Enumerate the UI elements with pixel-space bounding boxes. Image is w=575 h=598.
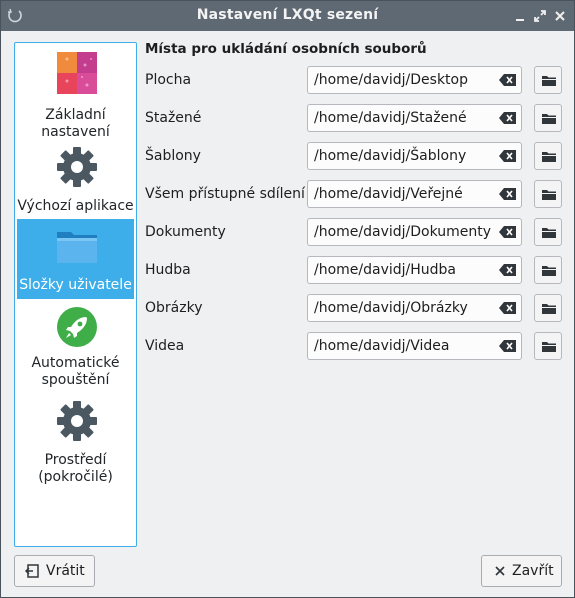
- minimize-icon[interactable]: [512, 8, 528, 24]
- folder-row: Všem přístupné sdílení /home/davidj/Veře…: [145, 180, 565, 210]
- category-sidebar[interactable]: Základní nastavení Výchozí aplikace Slož…: [14, 42, 137, 547]
- folder-path-input[interactable]: /home/davidj/Dokumenty: [307, 218, 522, 246]
- sidebar-item-label: Prostředí: [44, 452, 107, 468]
- folder-icon: [542, 152, 556, 162]
- sidebar-item-basic-settings[interactable]: Základní nastavení: [17, 49, 134, 140]
- browse-folder-button[interactable]: [534, 66, 562, 94]
- gear-icon: [55, 399, 99, 443]
- folder-label: Hudba: [145, 262, 191, 278]
- sidebar-item-label-line2: spouštění: [41, 372, 110, 388]
- rocket-icon: [55, 305, 99, 349]
- sidebar-item-default-apps[interactable]: Výchozí aplikace: [17, 143, 134, 219]
- section-title: Místa pro ukládání osobních souborů: [145, 41, 427, 57]
- sidebar-item-environment-advanced[interactable]: Prostředí (pokročilé): [17, 397, 134, 487]
- basic-settings-icon: [55, 51, 99, 95]
- sidebar-item-label: Základní: [45, 107, 106, 123]
- folder-row: Dokumenty /home/davidj/Dokumenty: [145, 218, 565, 248]
- clear-icon[interactable]: [499, 263, 517, 277]
- clear-icon[interactable]: [499, 111, 517, 125]
- folder-path-input[interactable]: /home/davidj/Stažené: [307, 104, 522, 132]
- close-button-label: Zavřít: [512, 563, 554, 579]
- folder-icon: [542, 228, 556, 238]
- folder-path-value: /home/davidj/Videa: [314, 338, 450, 354]
- browse-folder-button[interactable]: [534, 256, 562, 284]
- browse-folder-button[interactable]: [534, 294, 562, 322]
- browse-folder-button[interactable]: [534, 104, 562, 132]
- restore-icon[interactable]: [532, 8, 548, 24]
- browse-folder-button[interactable]: [534, 332, 562, 360]
- browse-folder-button[interactable]: [534, 142, 562, 170]
- folder-path-input[interactable]: /home/davidj/Desktop: [307, 66, 522, 94]
- folder-path-input[interactable]: /home/davidj/Videa: [307, 332, 522, 360]
- folder-path-value: /home/davidj/Šablony: [314, 148, 467, 164]
- folder-row: Stažené /home/davidj/Stažené: [145, 104, 565, 134]
- folder-icon: [542, 342, 556, 352]
- close-icon: [494, 565, 508, 579]
- folder-row: Obrázky /home/davidj/Obrázky: [145, 294, 565, 324]
- sidebar-item-label: Složky uživatele: [19, 277, 132, 293]
- clear-icon[interactable]: [499, 149, 517, 163]
- folder-path-input[interactable]: /home/davidj/Veřejné: [307, 180, 522, 208]
- folder-label: Šablony: [145, 148, 201, 164]
- close-icon[interactable]: [552, 8, 568, 24]
- folder-row: Šablony /home/davidj/Šablony: [145, 142, 565, 172]
- folder-label: Plocha: [145, 72, 192, 88]
- title-bar[interactable]: Nastavení LXQt sezení: [1, 1, 574, 31]
- folder-path-input[interactable]: /home/davidj/Šablony: [307, 142, 522, 170]
- folder-row: Videa /home/davidj/Videa: [145, 332, 565, 362]
- folder-path-value: /home/davidj/Hudba: [314, 262, 457, 278]
- folder-row: Plocha /home/davidj/Desktop: [145, 66, 565, 96]
- folder-path-input[interactable]: /home/davidj/Obrázky: [307, 294, 522, 322]
- folder-label: Všem přístupné sdílení: [145, 186, 305, 202]
- sidebar-item-user-folders[interactable]: Složky uživatele: [17, 219, 134, 299]
- clear-icon[interactable]: [499, 301, 517, 315]
- clear-icon[interactable]: [499, 73, 517, 87]
- clear-icon[interactable]: [499, 187, 517, 201]
- folder-icon: [542, 304, 556, 314]
- folder-label: Stažené: [145, 110, 202, 126]
- sidebar-item-label-line2: nastavení: [41, 124, 110, 140]
- browse-folder-button[interactable]: [534, 218, 562, 246]
- folder-label: Obrázky: [145, 300, 203, 316]
- sidebar-item-label: Výchozí aplikace: [17, 198, 134, 214]
- folder-path-input[interactable]: /home/davidj/Hudba: [307, 256, 522, 284]
- gear-icon: [55, 145, 99, 189]
- folder-icon: [55, 224, 99, 268]
- folder-icon: [542, 190, 556, 200]
- folder-path-value: /home/davidj/Dokumenty: [314, 224, 492, 240]
- folder-label: Dokumenty: [145, 224, 226, 240]
- clear-icon[interactable]: [499, 339, 517, 353]
- folder-icon: [542, 114, 556, 124]
- window-title: Nastavení LXQt sezení: [196, 7, 379, 23]
- sidebar-item-label-line2: (pokročilé): [38, 469, 113, 485]
- folder-path-value: /home/davidj/Veřejné: [314, 186, 463, 202]
- folder-icon: [542, 76, 556, 86]
- sidebar-item-label: Automatické: [31, 355, 120, 371]
- folder-icon: [542, 266, 556, 276]
- revert-button[interactable]: Vrátit: [14, 555, 95, 587]
- folder-path-value: /home/davidj/Desktop: [314, 72, 468, 88]
- folder-path-value: /home/davidj/Stažené: [314, 110, 467, 126]
- folder-row: Hudba /home/davidj/Hudba: [145, 256, 565, 286]
- sidebar-item-autostart[interactable]: Automatické spouštění: [17, 303, 134, 391]
- browse-folder-button[interactable]: [534, 180, 562, 208]
- folder-path-value: /home/davidj/Obrázky: [314, 300, 468, 316]
- close-button[interactable]: Zavřít: [481, 555, 562, 587]
- clear-icon[interactable]: [499, 225, 517, 239]
- revert-button-label: Vrátit: [46, 563, 85, 579]
- session-settings-window: Nastavení LXQt sezení Základní nastavení…: [0, 0, 575, 598]
- folder-label: Videa: [145, 338, 185, 354]
- revert-icon: [24, 564, 39, 578]
